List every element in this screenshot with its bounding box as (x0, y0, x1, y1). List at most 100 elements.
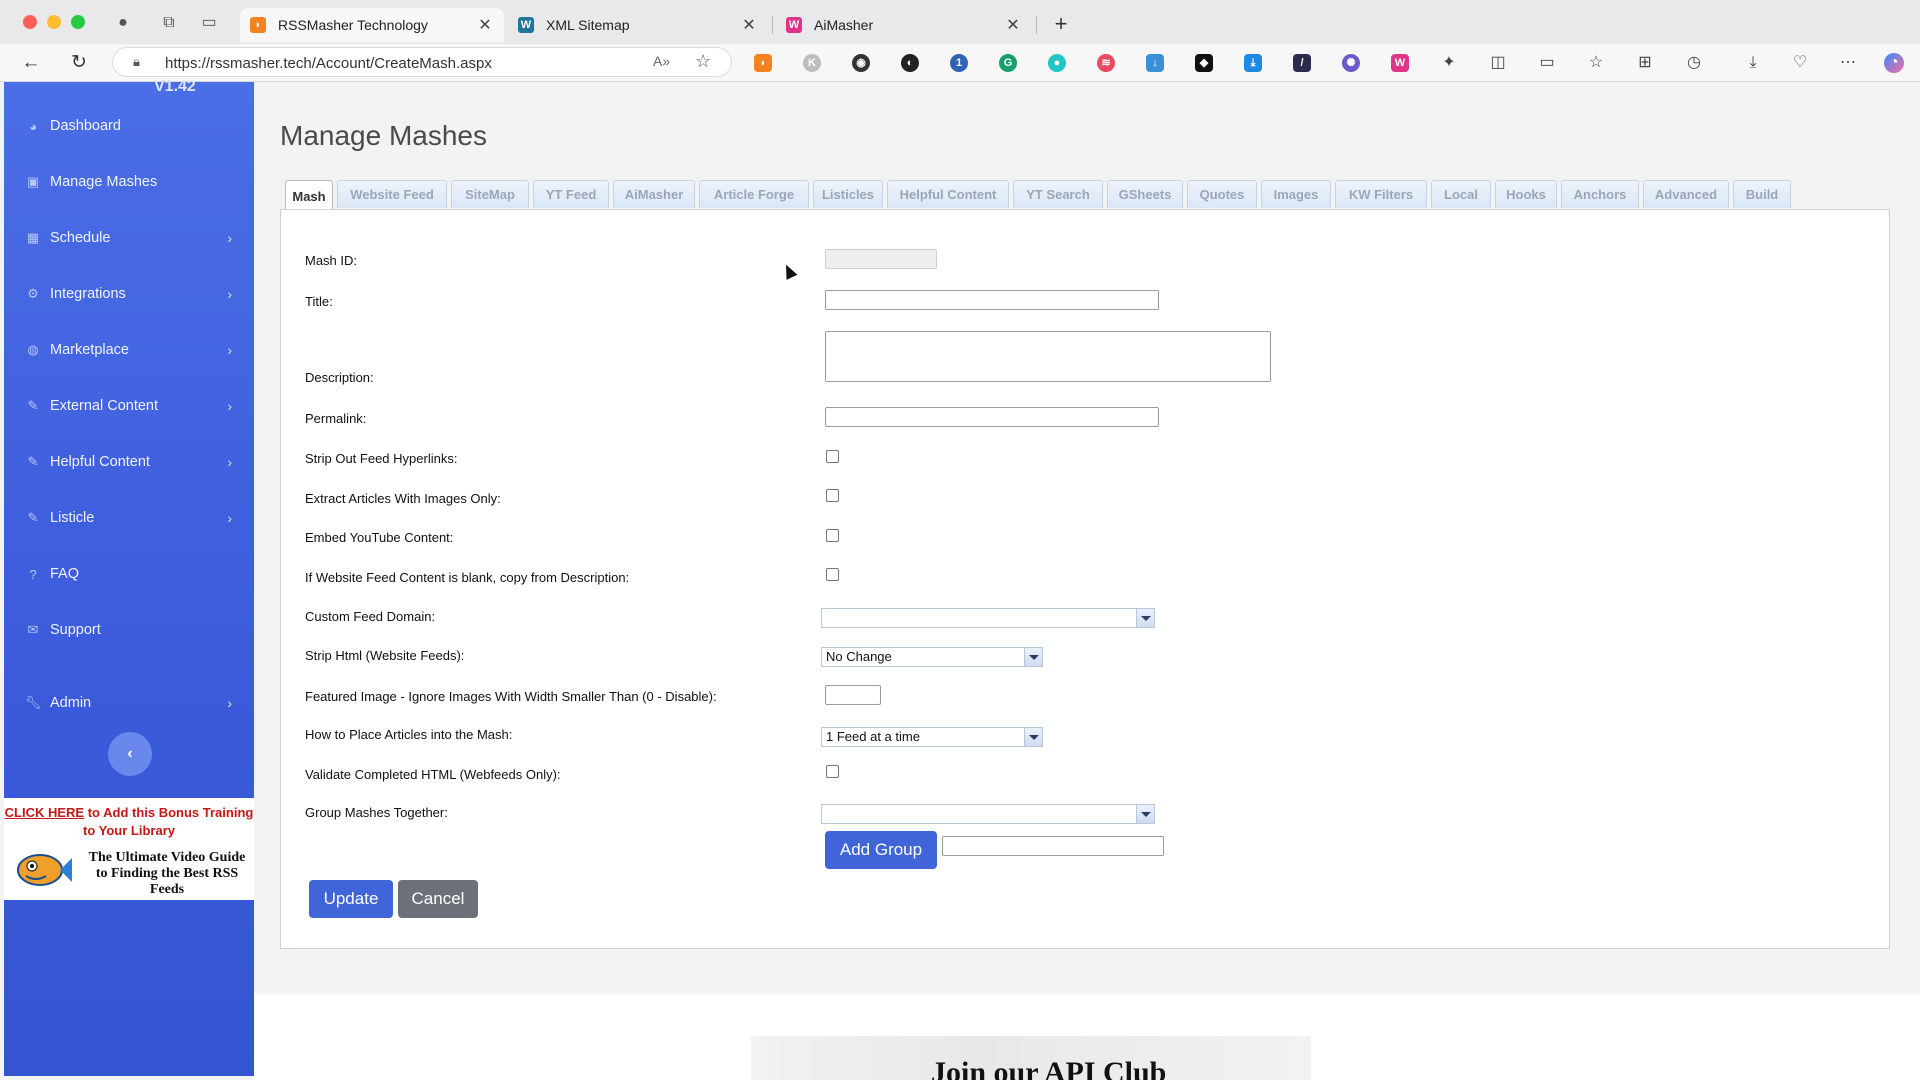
tab-yt-feed[interactable]: YT Feed (533, 180, 609, 208)
sidebar-item-manage-mashes[interactable]: ▣ Manage Mashes (4, 162, 254, 202)
tab-anchors[interactable]: Anchors (1561, 180, 1639, 208)
reload-icon[interactable]: ↻ (66, 50, 92, 76)
tab-website-feed[interactable]: Website Feed (337, 180, 447, 208)
close-tab-icon[interactable]: ✕ (740, 15, 758, 35)
close-window-button[interactable] (23, 15, 37, 29)
back-icon[interactable]: ← (18, 50, 44, 76)
extension-icon[interactable]: / (1293, 54, 1311, 72)
rss-extension-icon[interactable]: ◗ (754, 54, 772, 72)
extension-icon[interactable]: ≋ (1097, 54, 1115, 72)
tab-aimasher[interactable]: AiMasher (613, 180, 695, 208)
tab-listicles[interactable]: Listicles (813, 180, 883, 208)
strip-html-dropdown[interactable]: No Change (821, 647, 1043, 667)
tab-sitemap[interactable]: SiteMap (451, 180, 529, 208)
cast-icon[interactable]: ▭ (1537, 53, 1557, 73)
cancel-button[interactable]: Cancel (398, 880, 478, 918)
bonus-training-banner[interactable]: CLICK HERE to Add this Bonus Training to… (4, 798, 254, 900)
tab-article-forge[interactable]: Article Forge (699, 180, 809, 208)
add-group-button[interactable]: Add Group (825, 831, 937, 869)
maximize-window-button[interactable] (71, 15, 85, 29)
read-aloud-icon[interactable]: A» (653, 53, 670, 69)
tab-mash[interactable]: Mash (285, 180, 333, 211)
browser-tab-aimasher[interactable]: W AiMasher ✕ (776, 8, 1032, 42)
profile-icon[interactable]: ● (112, 12, 134, 34)
group-mashes-dropdown[interactable] (821, 804, 1155, 824)
new-group-field[interactable] (942, 836, 1164, 856)
collections-icon[interactable]: ⊞ (1635, 53, 1655, 73)
browser-tab-xml-sitemap[interactable]: W XML Sitemap ✕ (508, 8, 768, 42)
sidebar-item-schedule[interactable]: ▦ Schedule › (4, 218, 254, 258)
extension-icon[interactable]: ◉ (852, 54, 870, 72)
tab-actions-icon[interactable]: ▭ (198, 12, 220, 34)
download-arrow-icon[interactable]: ⤓ (1244, 54, 1262, 72)
tab-hooks[interactable]: Hooks (1495, 180, 1557, 208)
browser-tab-rssmasher[interactable]: ◗ RSSMasher Technology ✕ (240, 8, 504, 42)
favorite-star-icon[interactable]: ☆ (695, 51, 711, 72)
promo-click-here-link[interactable]: CLICK HERE (5, 805, 84, 820)
tab-quotes[interactable]: Quotes (1187, 180, 1257, 208)
close-tab-icon[interactable]: ✕ (476, 15, 494, 35)
url-text[interactable]: https://rssmasher.tech/Account/CreateMas… (165, 55, 492, 72)
tab-images[interactable]: Images (1261, 180, 1331, 208)
validate-html-checkbox[interactable] (826, 765, 839, 778)
password-extension-icon[interactable]: 1 (950, 54, 968, 72)
images-only-checkbox[interactable] (826, 489, 839, 502)
chevron-down-icon[interactable] (1024, 728, 1042, 746)
sidebar-collapse-button[interactable]: ‹ (108, 732, 152, 776)
minimize-window-button[interactable] (47, 15, 61, 29)
sidebar-item-helpful-content[interactable]: ✎ Helpful Content › (4, 442, 254, 482)
new-tab-button[interactable]: + (1050, 11, 1072, 37)
chevron-down-icon[interactable] (1136, 609, 1154, 627)
sidebar-item-external-content[interactable]: ✎ External Content › (4, 386, 254, 426)
grammarly-extension-icon[interactable]: G (999, 54, 1017, 72)
chevron-down-icon[interactable] (1024, 648, 1042, 666)
permalink-field[interactable] (825, 407, 1159, 427)
workspaces-icon[interactable]: ⧉ (158, 12, 180, 34)
strip-hyperlinks-checkbox[interactable] (826, 450, 839, 463)
sidebar-item-dashboard[interactable]: ◕ Dashboard (4, 106, 254, 146)
more-menu-icon[interactable]: ⋯ (1838, 53, 1858, 73)
copilot-icon[interactable]: ◔ (1884, 53, 1904, 73)
embed-youtube-checkbox[interactable] (826, 529, 839, 542)
tab-build[interactable]: Build (1733, 180, 1791, 208)
extension-icon[interactable]: ◆ (1195, 54, 1213, 72)
placement-dropdown[interactable]: 1 Feed at a time (821, 727, 1043, 747)
sidebar-item-faq[interactable]: ? FAQ (4, 554, 254, 594)
k-extension-icon[interactable]: K (803, 54, 821, 72)
extension-icon[interactable]: ◐ (901, 54, 919, 72)
update-button[interactable]: Update (309, 880, 393, 918)
aimasher-extension-icon[interactable]: W (1391, 54, 1409, 72)
sidebar-item-admin[interactable]: 🔧︎ Admin › (4, 683, 254, 723)
sidebar-item-listicle[interactable]: ✎ Listicle › (4, 498, 254, 538)
download-extension-icon[interactable]: ↓ (1146, 54, 1164, 72)
tab-helpful-content[interactable]: Helpful Content (887, 180, 1009, 208)
sidebar-item-integrations[interactable]: ⚙ Integrations › (4, 274, 254, 314)
chevron-down-icon[interactable] (1136, 805, 1154, 823)
tab-gsheets[interactable]: GSheets (1107, 180, 1183, 208)
description-textarea[interactable] (825, 331, 1271, 382)
extension-icon[interactable]: ● (1048, 54, 1066, 72)
downloads-icon[interactable]: ⤓ (1743, 53, 1763, 73)
custom-domain-dropdown[interactable] (821, 608, 1155, 628)
tab-yt-search[interactable]: YT Search (1013, 180, 1103, 208)
featured-image-width-field[interactable] (825, 685, 881, 705)
copy-description-checkbox[interactable] (826, 568, 839, 581)
gear-icon: ⚙ (27, 286, 39, 301)
sidebar-item-support[interactable]: ✉ Support (4, 610, 254, 650)
api-club-banner[interactable]: Join our API Club (751, 1036, 1311, 1080)
extension-icon[interactable]: ✺ (1342, 54, 1360, 72)
address-bar[interactable]: 🔒︎ https://rssmasher.tech/Account/Create… (112, 47, 732, 77)
browser-essentials-icon[interactable]: ♡ (1790, 53, 1810, 73)
tab-advanced[interactable]: Advanced (1643, 180, 1729, 208)
main-content: Manage Mashes Mash Website Feed SiteMap … (254, 82, 1920, 1080)
split-screen-icon[interactable]: ◫ (1488, 53, 1508, 73)
images-only-label: Extract Articles With Images Only: (305, 491, 501, 506)
tab-kw-filters[interactable]: KW Filters (1335, 180, 1427, 208)
close-tab-icon[interactable]: ✕ (1004, 15, 1022, 35)
favorites-icon[interactable]: ☆ (1586, 53, 1606, 73)
extensions-puzzle-icon[interactable]: ✦ (1439, 53, 1459, 73)
sidebar-item-marketplace[interactable]: ◍ Marketplace › (4, 330, 254, 370)
history-icon[interactable]: ◷ (1684, 53, 1704, 73)
title-field[interactable] (825, 290, 1159, 310)
tab-local[interactable]: Local (1431, 180, 1491, 208)
